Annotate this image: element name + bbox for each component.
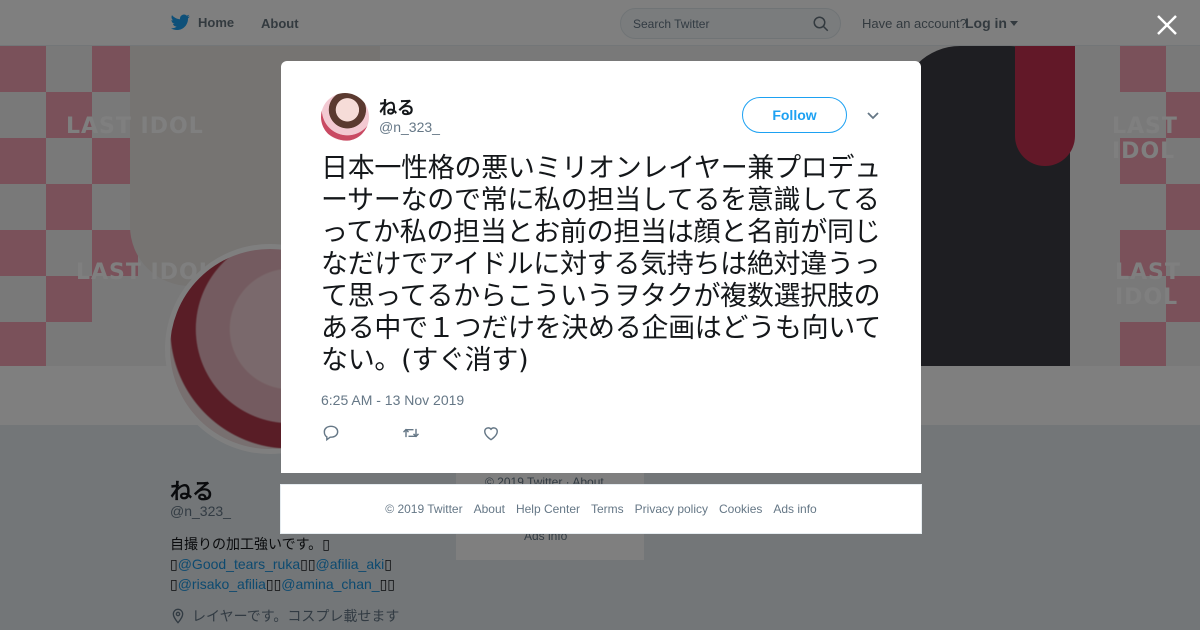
footer-link-cookies[interactable]: Cookies	[719, 502, 762, 516]
tweet-text: 日本一性格の悪いミリオンレイヤー兼プロデューサーなので常に私の担当してるを意識し…	[321, 153, 881, 376]
tweet-timestamp[interactable]: 6:25 AM - 13 Nov 2019	[321, 392, 464, 408]
tweet-author-avatar[interactable]	[321, 93, 369, 141]
heart-icon	[484, 427, 498, 441]
footer-link-ads-info[interactable]: Ads info	[773, 502, 816, 516]
footer-link-help-center[interactable]: Help Center	[516, 502, 580, 516]
retweet-icon	[402, 428, 420, 438]
retweet-button[interactable]	[401, 423, 481, 443]
tweet-author-name[interactable]: ねる	[379, 94, 415, 120]
reply-icon	[323, 425, 339, 442]
tweet-modal: ねる @n_323_ Follow 日本一性格の悪いミリオンレイヤー兼プロデュー…	[281, 61, 921, 473]
tweet-actions	[321, 423, 561, 443]
chevron-down-icon[interactable]	[865, 108, 881, 124]
tweet-author-handle[interactable]: @n_323_	[379, 119, 440, 135]
like-button[interactable]	[481, 423, 561, 443]
follow-button[interactable]: Follow	[742, 97, 847, 133]
footer-link-about[interactable]: About	[474, 502, 505, 516]
reply-button[interactable]	[321, 423, 401, 443]
footer-link-privacy[interactable]: Privacy policy	[635, 502, 708, 516]
close-icon[interactable]	[1154, 12, 1180, 38]
modal-footer: © 2019 Twitter About Help Center Terms P…	[280, 484, 922, 534]
footer-link-terms[interactable]: Terms	[591, 502, 624, 516]
footer-copyright: © 2019 Twitter	[385, 502, 463, 516]
